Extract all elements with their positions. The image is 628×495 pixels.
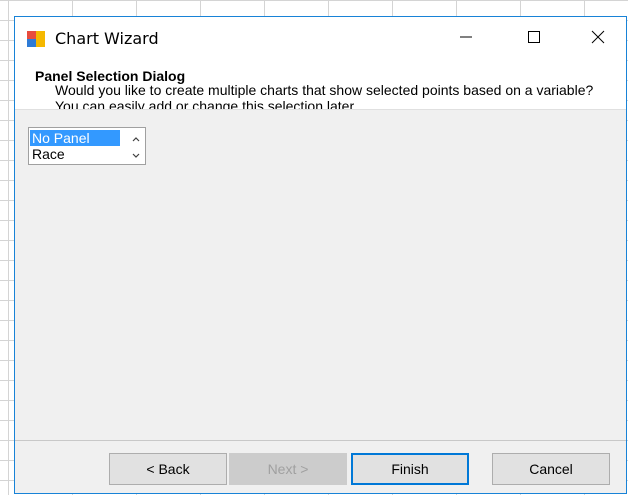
minimize-icon bbox=[459, 30, 473, 49]
list-item-race[interactable]: Race bbox=[30, 146, 120, 162]
window-title: Chart Wizard bbox=[55, 29, 159, 48]
maximize-button[interactable] bbox=[511, 17, 557, 61]
next-button[interactable]: Next > bbox=[229, 453, 347, 485]
back-button[interactable]: < Back bbox=[109, 453, 227, 485]
list-item-no-panel[interactable]: No Panel bbox=[30, 130, 120, 146]
chevron-down-icon bbox=[132, 146, 140, 164]
maximize-icon bbox=[527, 30, 541, 49]
close-icon bbox=[591, 30, 605, 49]
footer-divider bbox=[15, 440, 626, 441]
title-bar[interactable]: Chart Wizard bbox=[15, 17, 626, 61]
header-panel: Panel Selection Dialog Would you like to… bbox=[15, 61, 626, 109]
minimize-button[interactable] bbox=[443, 17, 489, 61]
scroll-up-button[interactable] bbox=[129, 130, 143, 146]
dialog-description: Would you like to create multiple charts… bbox=[55, 82, 594, 109]
chevron-up-icon bbox=[132, 129, 140, 147]
chart-wizard-dialog: Chart Wizard Panel Selection Dialog Woul… bbox=[14, 16, 627, 494]
cancel-button[interactable]: Cancel bbox=[492, 453, 610, 485]
chart-wizard-app-icon bbox=[27, 31, 45, 47]
close-button[interactable] bbox=[575, 17, 621, 61]
panel-variable-list[interactable]: No Panel Race bbox=[28, 127, 146, 165]
scroll-down-button[interactable] bbox=[129, 147, 143, 163]
header-divider bbox=[15, 109, 626, 110]
finish-button[interactable]: Finish bbox=[351, 453, 469, 485]
